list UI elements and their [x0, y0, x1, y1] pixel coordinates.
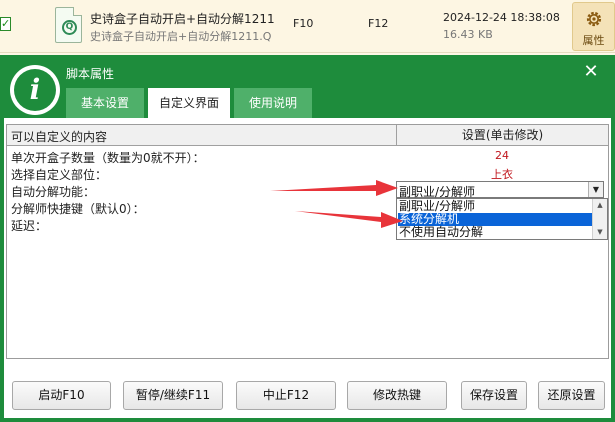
dropdown-scrollbar[interactable]: ▲ ▼ — [592, 199, 607, 239]
file-name: 史诗盒子自动开启+自动分解1211 — [90, 12, 275, 26]
row-label: 延迟： — [11, 219, 48, 233]
scroll-up-icon[interactable]: ▲ — [593, 199, 607, 211]
file-date: 2024-12-24 18:38:08 — [443, 11, 560, 24]
chevron-down-icon[interactable]: ▼ — [588, 182, 603, 197]
q-letter: Q — [62, 20, 77, 35]
table-row[interactable]: 单次开盒子数量（数量为0就不开）： 24 — [7, 148, 608, 165]
change-hotkey-button[interactable]: 修改热键 — [347, 381, 447, 410]
header-content: 可以自定义的内容 — [11, 130, 108, 144]
dropdown-option[interactable]: 不使用自动分解 — [398, 226, 597, 239]
row-label: 分解师快捷键（默认0）： — [11, 202, 145, 216]
script-file-row[interactable]: ✓ Q 史诗盒子自动开启+自动分解1211 史诗盒子自动开启+自动分解1211.… — [0, 0, 615, 53]
stop-button[interactable]: 中止F12 — [236, 381, 336, 410]
file-path: 史诗盒子自动开启+自动分解1211.Q — [90, 30, 272, 43]
table-header: 可以自定义的内容 设置(单击修改) — [7, 125, 608, 146]
scroll-down-icon[interactable]: ▼ — [593, 226, 607, 238]
start-button[interactable]: 启动F10 — [12, 381, 111, 410]
row-label: 选择自定义部位： — [11, 168, 108, 182]
auto-decompose-select[interactable]: 副职业/分解师 ▼ — [396, 181, 604, 199]
stop-hotkey: F12 — [368, 17, 389, 30]
annotation-arrow-icon — [270, 180, 398, 196]
row-label: 自动分解功能： — [11, 185, 96, 199]
tab-instructions[interactable]: 使用说明 — [234, 88, 312, 118]
close-icon[interactable]: ✕ — [580, 62, 602, 82]
file-checkbox[interactable]: ✓ — [0, 17, 11, 31]
tab-basic-settings[interactable]: 基本设置 — [66, 88, 144, 118]
tab-custom-interface[interactable]: 自定义界面 — [148, 88, 230, 118]
script-file-icon: Q — [55, 7, 82, 43]
pause-resume-button[interactable]: 暂停/继续F11 — [123, 381, 223, 410]
dialog-title: 脚本属性 — [66, 67, 115, 81]
start-hotkey: F10 — [293, 17, 314, 30]
auto-decompose-dropdown[interactable]: 副职业/分解师 系统分解机 不使用自动分解 ▲ ▼ — [396, 198, 608, 240]
properties-label: 属性 — [582, 34, 605, 47]
row-value[interactable]: 上衣 — [396, 166, 608, 182]
custom-settings-table: 可以自定义的内容 设置(单击修改) 单次开盒子数量（数量为0就不开）： 24 选… — [6, 124, 609, 359]
annotation-arrow-icon — [295, 211, 403, 228]
row-label: 单次开盒子数量（数量为0就不开）： — [11, 151, 205, 165]
header-setting: 设置(单击修改) — [396, 125, 608, 145]
save-settings-button[interactable]: 保存设置 — [461, 381, 527, 410]
properties-button[interactable]: 属性 — [572, 2, 615, 51]
row-value[interactable]: 24 — [396, 149, 608, 162]
gear-icon — [586, 11, 601, 27]
info-logo-icon: i — [10, 65, 60, 115]
file-size: 16.43 KB — [443, 28, 493, 41]
restore-settings-button[interactable]: 还原设置 — [538, 381, 605, 410]
